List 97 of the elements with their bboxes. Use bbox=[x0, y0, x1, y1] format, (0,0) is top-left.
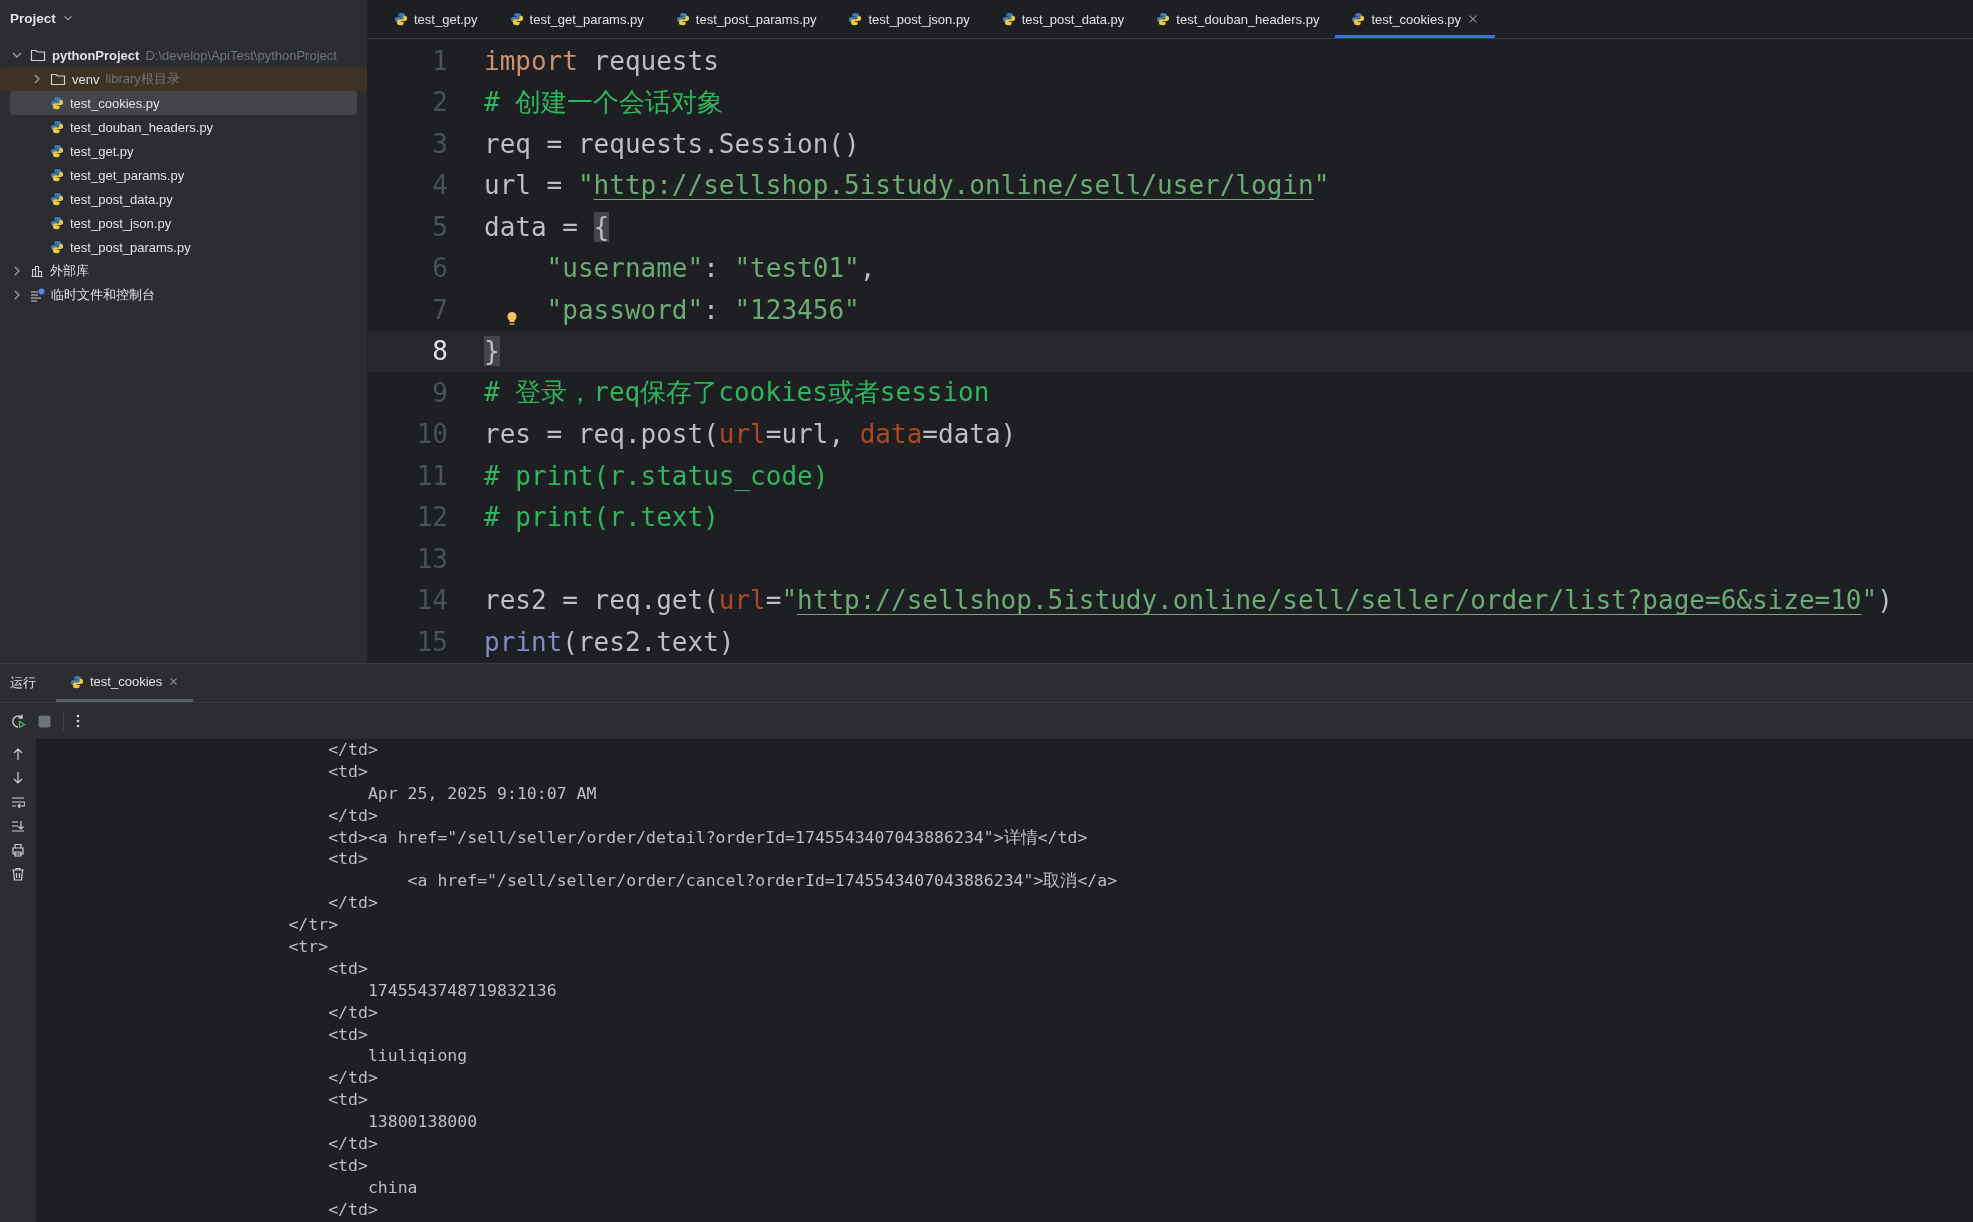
console-line: china bbox=[366, 1176, 419, 1199]
python-file-icon bbox=[394, 12, 408, 26]
tree-item[interactable]: 临时文件和控制台 bbox=[10, 283, 357, 307]
folder-path: D:\develop\ApiTest\pythonProject bbox=[145, 47, 337, 63]
code-line: print(res2.text) bbox=[484, 626, 735, 657]
console-line: </td> bbox=[327, 892, 379, 915]
code-line: "username": "test01", bbox=[545, 253, 876, 284]
code-line: req = requests.Session() bbox=[484, 128, 860, 159]
python-file-icon bbox=[675, 12, 690, 26]
python-file-icon bbox=[50, 168, 64, 182]
console-line: <a href="/sell/seller/order/cancel?orderId=1745543407043886234">取消</a> bbox=[406, 870, 1118, 893]
console-line: <tr> bbox=[287, 936, 330, 958]
item-label: test_cookies.py bbox=[70, 95, 160, 111]
console-line: </td> bbox=[327, 1198, 379, 1221]
python-file-icon bbox=[50, 96, 64, 110]
soft-wrap-icon[interactable] bbox=[11, 795, 25, 809]
panel-title[interactable]: Project bbox=[10, 10, 56, 26]
item-label: test_get_params.py bbox=[70, 167, 185, 183]
code-line: # print(r.status_code) bbox=[484, 460, 829, 491]
console-line: <td> bbox=[327, 848, 369, 871]
item-label: test_post_data.py bbox=[70, 191, 173, 207]
item-label: test_douban_headers.py bbox=[70, 119, 214, 135]
item-label: pythonProject bbox=[52, 47, 140, 63]
console-line: </td> bbox=[327, 1067, 379, 1090]
console-line: Apr 25, 2025 9:10:07 AM bbox=[366, 782, 598, 805]
console-line: <td> bbox=[327, 1089, 369, 1112]
tree-item[interactable]: pythonProject D:\develop\ApiTest\pythonProject bbox=[10, 43, 357, 67]
python-file-icon bbox=[50, 120, 64, 134]
console-line: </td> bbox=[327, 1001, 379, 1024]
console-line: <td> bbox=[327, 957, 369, 980]
python-file-icon bbox=[50, 240, 64, 254]
item-label: venv bbox=[72, 71, 100, 87]
code-line: res2 = req.get(url="http://sellshop.5istudy.online/sell/seller/order/list?page=6&size=10") bbox=[484, 585, 1893, 616]
close-icon[interactable] bbox=[168, 676, 180, 687]
python-file-icon bbox=[50, 192, 64, 206]
python-file-icon bbox=[1351, 12, 1366, 26]
code-line: data = { bbox=[484, 211, 610, 242]
item-label: 外部库 bbox=[50, 262, 89, 280]
python-file-icon bbox=[50, 144, 64, 158]
python-file-icon bbox=[848, 12, 863, 26]
trash-icon[interactable] bbox=[11, 867, 25, 881]
console-line: 13800138000 bbox=[366, 1111, 479, 1134]
folder-icon bbox=[30, 48, 46, 62]
console-line: </td> bbox=[327, 1133, 379, 1155]
editor-tab[interactable]: test_douban_headers.py bbox=[1140, 0, 1336, 38]
tree-item[interactable]: test_get.py bbox=[10, 139, 357, 163]
code-line: import requests bbox=[484, 45, 719, 76]
item-label: test_post_json.py bbox=[70, 215, 172, 231]
console-line: 1745543748719832136 bbox=[366, 979, 558, 1002]
tree-item[interactable]: test_douban_headers.py bbox=[10, 115, 357, 139]
tree-item[interactable]: test_post_params.py bbox=[10, 235, 357, 259]
console-line: <td><a href="/sell/seller/order/detail?orderId=1745543407043886234">详情</td> bbox=[327, 826, 1089, 849]
editor-tab[interactable]: test_get.py bbox=[378, 0, 494, 38]
python-file-icon bbox=[509, 12, 524, 26]
code-line: # 登录，req保存了cookies或者session bbox=[484, 376, 990, 410]
stop-icon[interactable] bbox=[38, 714, 51, 728]
item-label: test_get.py bbox=[70, 143, 134, 159]
console-line: </td> bbox=[327, 804, 379, 827]
arrow-up-icon[interactable] bbox=[11, 747, 25, 761]
python-file-icon bbox=[50, 216, 64, 230]
code-line: # print(r.text) bbox=[484, 502, 719, 533]
bar-chart-icon bbox=[30, 264, 44, 278]
arrow-down-icon[interactable] bbox=[11, 771, 25, 785]
editor-tab[interactable]: test_get_params.py bbox=[493, 0, 660, 38]
folder-note: library根目录 bbox=[105, 70, 180, 88]
python-file-icon bbox=[70, 674, 84, 689]
code-line: res = req.post(url=url, data=data) bbox=[484, 419, 1017, 450]
more-icon[interactable] bbox=[76, 714, 80, 728]
code-line: "password": "123456" bbox=[545, 294, 860, 325]
console-line: </td> bbox=[327, 739, 379, 761]
editor-tab[interactable]: test_post_data.py bbox=[985, 0, 1141, 38]
item-label: 临时文件和控制台 bbox=[51, 286, 155, 304]
console-list-icon bbox=[30, 288, 45, 302]
python-file-icon bbox=[1001, 12, 1016, 26]
console-line: <td> bbox=[327, 1154, 369, 1177]
editor-tab[interactable]: test_post_json.py bbox=[832, 0, 986, 38]
editor-tab[interactable]: test_post_params.py bbox=[659, 0, 833, 38]
line-number: 8 bbox=[431, 336, 449, 367]
rerun-icon[interactable] bbox=[10, 713, 26, 729]
folder-icon bbox=[50, 72, 66, 86]
console-line: liuliqiong bbox=[366, 1045, 469, 1068]
console-line: <td> bbox=[327, 1023, 369, 1046]
panel-title: 运行 bbox=[10, 674, 36, 692]
item-label: test_post_params.py bbox=[70, 239, 191, 255]
scroll-to-end-icon[interactable] bbox=[11, 819, 25, 833]
console-line: <td> bbox=[327, 760, 369, 783]
print-icon[interactable] bbox=[11, 843, 25, 857]
code-line: url = "http://sellshop.5istudy.online/sell/user/login" bbox=[484, 170, 1330, 201]
tree-item[interactable]: 外部库 bbox=[10, 259, 357, 283]
tree-item[interactable]: test_cookies.py bbox=[10, 91, 357, 115]
tree-item[interactable]: test_post_json.py bbox=[10, 211, 357, 235]
tree-item[interactable]: venv library根目录 bbox=[0, 67, 367, 91]
console-line: </tr> bbox=[287, 914, 340, 936]
tree-item[interactable]: test_get_params.py bbox=[10, 163, 357, 187]
tree-item[interactable]: test_post_data.py bbox=[10, 187, 357, 211]
python-file-icon bbox=[1156, 12, 1171, 26]
code-line: # 创建一个会话对象 bbox=[484, 85, 724, 119]
